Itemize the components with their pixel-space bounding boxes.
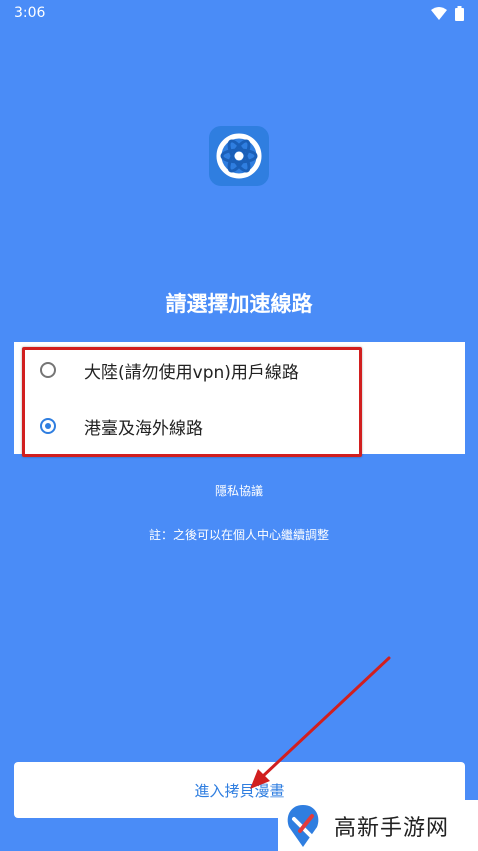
route-option-mainland[interactable]: 大陸(請勿使用vpn)用戶線路 xyxy=(14,342,465,398)
privacy-link[interactable]: 隱私協議 xyxy=(0,482,478,499)
status-time: 3:06 xyxy=(14,5,46,21)
status-bar: 3:06 xyxy=(0,0,478,26)
watermark: 高新手游网 xyxy=(278,800,478,851)
battery-icon xyxy=(455,5,464,21)
watermark-logo-icon xyxy=(287,804,319,847)
route-option-overseas[interactable]: 港臺及海外線路 xyxy=(14,398,465,454)
status-icons xyxy=(431,5,464,21)
note-text: 註：之後可以在個人中心繼續調整 xyxy=(148,528,329,542)
route-options-card: 大陸(請勿使用vpn)用戶線路 港臺及海外線路 xyxy=(14,342,465,454)
radio-mainland[interactable] xyxy=(40,362,56,378)
route-option-label: 港臺及海外線路 xyxy=(84,418,203,439)
watermark-text: 高新手游网 xyxy=(334,815,450,841)
wifi-icon xyxy=(431,6,447,20)
page-title: 請選擇加速線路 xyxy=(165,292,313,316)
app-logo xyxy=(209,126,269,186)
atom-logo-icon xyxy=(216,133,262,179)
route-option-label: 大陸(請勿使用vpn)用戶線路 xyxy=(84,362,299,383)
radio-overseas[interactable] xyxy=(40,418,56,434)
